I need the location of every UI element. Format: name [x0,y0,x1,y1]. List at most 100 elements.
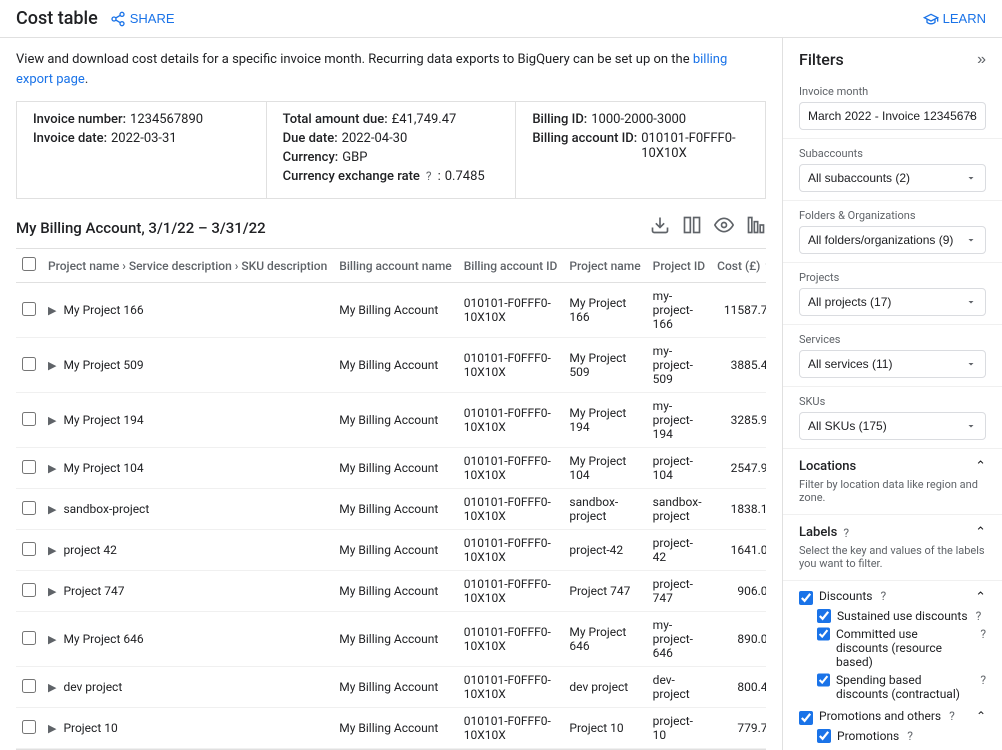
committed-discounts-checkbox[interactable] [817,627,830,641]
visibility-icon[interactable] [714,215,734,240]
exchange-rate-value: 0.7485 [445,169,485,184]
invoice-month-select[interactable]: March 2022 - Invoice 1234567890 [799,102,986,130]
row-expand-icon[interactable]: ▶ [48,722,56,735]
exchange-rate-help-icon[interactable]: ? [426,169,432,183]
currency-label: Currency: [283,150,339,165]
folders-label: Folders & Organizations [799,209,986,222]
row-project-id: my-project-166 [647,283,711,338]
row-project: My Project 194 [563,393,646,448]
col-cost[interactable]: Cost (£) ▼ [711,249,766,283]
row-expand-icon[interactable]: ▶ [48,633,56,646]
row-checkbox[interactable] [22,501,36,515]
locations-label: Locations [799,459,856,474]
row-checkbox-cell[interactable] [16,530,42,571]
exchange-rate-label: Currency exchange rate [283,169,420,184]
row-checkbox[interactable] [22,720,36,734]
row-checkbox[interactable] [22,631,36,645]
spending-discounts-checkbox[interactable] [817,673,830,687]
row-project-id: my-project-509 [647,338,711,393]
promotions-sub-checkbox[interactable] [817,729,831,743]
row-project-id: project-104 [647,448,711,489]
promotions-label: Promotions and others [819,709,941,723]
row-project: dev project [563,667,646,708]
sustained-discounts-row: Sustained use discounts ? [817,609,986,623]
locations-desc: Filter by location data like region and … [799,478,986,504]
row-checkbox-cell[interactable] [16,708,42,749]
table-row: ▶ My Project 509 My Billing Account 0101… [16,338,766,393]
chart-icon[interactable] [746,215,766,240]
services-select[interactable]: All services (11) [799,350,986,378]
invoice-section-3: Billing ID: 1000-2000-3000 Billing accou… [516,102,765,198]
row-billing-account-name: My Billing Account [333,530,457,571]
labels-header[interactable]: Labels ? ⌃ [799,525,986,540]
row-expand-icon[interactable]: ▶ [48,462,56,475]
header-left: Cost table SHARE [16,8,175,29]
labels-help-icon[interactable]: ? [843,526,849,540]
promotions-sub-help-icon[interactable]: ? [907,729,913,743]
cost-table: Project name › Service description › SKU… [16,248,766,749]
row-checkbox-cell[interactable] [16,448,42,489]
learn-button[interactable]: LEARN [923,11,986,27]
select-all-header[interactable] [16,249,42,283]
folders-select[interactable]: All folders/organizations (9) [799,226,986,254]
billing-id-value: 1000-2000-3000 [591,112,686,127]
row-checkbox-cell[interactable] [16,571,42,612]
row-checkbox[interactable] [22,412,36,426]
billing-account-id-value: 010101-F0FFF0-10X10X [641,131,749,161]
locations-header[interactable]: Locations ⌃ [799,459,986,474]
select-all-checkbox[interactable] [22,257,36,271]
table-section: My Billing Account, 3/1/22 – 3/31/22 [16,215,766,750]
row-checkbox-cell[interactable] [16,283,42,338]
row-billing-account-name: My Billing Account [333,708,457,749]
sustained-discounts-checkbox[interactable] [817,609,831,623]
row-project: sandbox-project [563,489,646,530]
row-checkbox[interactable] [22,583,36,597]
row-project-name: ▶ My Project 194 [42,393,333,448]
row-expand-icon[interactable]: ▶ [48,304,56,317]
promotions-help-icon[interactable]: ? [949,709,955,723]
discounts-help-icon[interactable]: ? [880,589,886,603]
table-row: ▶ dev project My Billing Account 010101-… [16,667,766,708]
promotions-collapse-icon[interactable]: ⌃ [976,709,986,723]
row-checkbox[interactable] [22,460,36,474]
row-checkbox-cell[interactable] [16,667,42,708]
discounts-checkbox[interactable] [799,591,813,605]
row-expand-icon[interactable]: ▶ [48,414,56,427]
row-checkbox-cell[interactable] [16,489,42,530]
row-project-id: dev-project [647,667,711,708]
subaccounts-select[interactable]: All subaccounts (2) [799,164,986,192]
share-button[interactable]: SHARE [110,11,175,27]
committed-help-icon[interactable]: ? [980,627,986,641]
skus-select[interactable]: All SKUs (175) [799,412,986,440]
columns-icon[interactable] [682,215,702,240]
filter-labels: Labels ? ⌃ Select the key and values of … [783,515,1002,581]
row-checkbox[interactable] [22,542,36,556]
row-checkbox-cell[interactable] [16,612,42,667]
row-project-name: ▶ My Project 646 [42,612,333,667]
row-cost: 11587.73 [711,283,766,338]
row-cost: 800.40 [711,667,766,708]
filter-invoice-month: Invoice month March 2022 - Invoice 12345… [783,77,1002,139]
row-expand-icon[interactable]: ▶ [48,681,56,694]
row-expand-icon[interactable]: ▶ [48,544,56,557]
row-project-name: ▶ sandbox-project [42,489,333,530]
promotions-checkbox[interactable] [799,711,813,725]
row-expand-icon[interactable]: ▶ [48,503,56,516]
row-checkbox[interactable] [22,357,36,371]
row-checkbox-cell[interactable] [16,393,42,448]
credits-collapse-icon[interactable]: ⌃ [975,590,986,605]
row-checkbox-cell[interactable] [16,338,42,393]
filter-subaccounts: Subaccounts All subaccounts (2) [783,139,1002,201]
projects-select[interactable]: All projects (17) [799,288,986,316]
row-cost: 890.06 [711,612,766,667]
collapse-sidebar-button[interactable]: » [977,51,986,69]
download-icon[interactable] [650,215,670,240]
due-date-value: 2022-04-30 [342,131,408,146]
filter-services: Services All services (11) [783,325,1002,387]
row-checkbox[interactable] [22,302,36,316]
sustained-help-icon[interactable]: ? [976,609,982,623]
row-expand-icon[interactable]: ▶ [48,585,56,598]
spending-help-icon[interactable]: ? [980,673,986,687]
row-expand-icon[interactable]: ▶ [48,359,56,372]
row-checkbox[interactable] [22,679,36,693]
